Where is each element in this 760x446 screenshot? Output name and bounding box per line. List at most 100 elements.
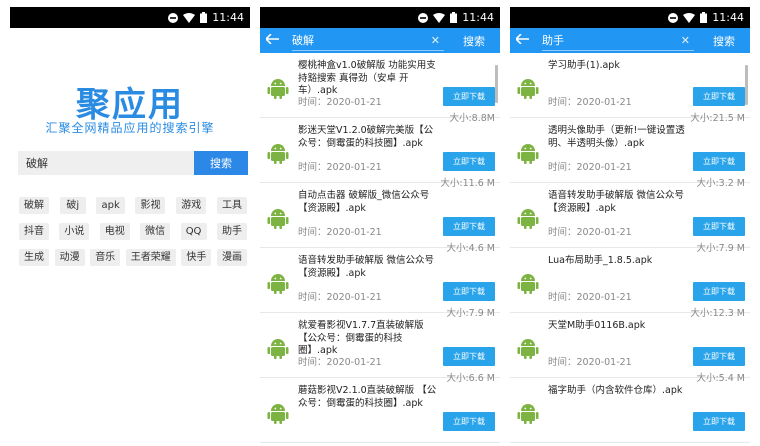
search-input[interactable]: 助手 ✕ (542, 31, 694, 51)
tag-item[interactable]: 电视 (99, 223, 130, 240)
app-title: 学习助手(1).apk (548, 60, 620, 71)
clock: 11:44 (712, 11, 744, 24)
tag-item[interactable]: 音乐 (90, 249, 121, 266)
app-date: 时间：2020-01-21 (298, 227, 382, 238)
android-icon (267, 142, 289, 164)
search-query: 助手 (542, 34, 564, 47)
app-slogan: 汇聚全网精品应用的搜索引擎 (45, 121, 215, 135)
search-input[interactable]: 破解 ✕ (292, 31, 444, 51)
download-button[interactable]: 立即下载 (693, 87, 745, 106)
app-title: 影迷天堂V1.2.0破解完美版【公众号：倒霉蛋的科技圈】.apk (298, 125, 434, 149)
do-not-disturb-icon (168, 12, 179, 23)
download-button[interactable]: 立即下载 (693, 347, 745, 366)
download-button[interactable]: 立即下载 (443, 152, 495, 171)
android-icon (517, 207, 539, 229)
android-icon (267, 402, 289, 424)
search-button[interactable]: 搜索 (194, 151, 248, 175)
app-title: 语音转发助手破解版 微信公众号【资源殿】.apk (548, 190, 685, 214)
tag-item[interactable]: 动漫 (54, 249, 85, 266)
status-bar: 11:44 (260, 7, 500, 28)
list-item[interactable]: 透明头像助手（更新!一键设置透明、半透明头像）.apk 时间：2020-01-2… (510, 118, 750, 189)
tag-row: 抖音 小说 电视 微信 QQ 助手 (19, 223, 247, 240)
search-input[interactable] (18, 151, 194, 175)
search-toolbar: 助手 ✕ 搜索 (510, 28, 750, 53)
home-screen: 11:44 聚应用 汇聚全网精品应用的搜索引擎 搜索 破解 破j apk 影视 … (10, 7, 250, 443)
tag-item[interactable]: 抖音 (19, 223, 49, 240)
app-title: 福字助手（内含软件仓库）.apk (548, 385, 683, 396)
app-title: 蘑菇影视V2.1.0直装破解版 【公众号：倒霉蛋的科技圈】.apk (298, 385, 437, 409)
download-button[interactable]: 立即下载 (693, 152, 745, 171)
app-date: 时间：2020-01-21 (548, 97, 632, 108)
hot-tags: 破解 破j apk 影视 游戏 工具 抖音 小说 电视 微信 QQ 助手 生成 … (19, 197, 247, 275)
android-icon (517, 77, 539, 99)
list-item[interactable]: 学习助手(1).apk 时间：2020-01-21 立即下载 大小:21.5 M (510, 53, 750, 124)
status-bar: 11:44 (10, 7, 250, 28)
app-date: 时间：2020-01-21 (548, 162, 632, 173)
list-item[interactable]: 蘑菇影视V2.1.0直装破解版 【公众号：倒霉蛋的科技圈】.apk 立即下载 (260, 378, 500, 443)
tag-item[interactable]: 影视 (135, 197, 166, 214)
clock: 11:44 (462, 11, 494, 24)
tag-item[interactable]: 工具 (216, 197, 247, 214)
android-icon (517, 142, 539, 164)
tag-row: 破解 破j apk 影视 游戏 工具 (19, 197, 247, 214)
tag-item[interactable]: 漫画 (216, 249, 247, 266)
download-button[interactable]: 立即下载 (443, 347, 495, 366)
download-button[interactable]: 立即下载 (693, 217, 745, 236)
app-title: 透明头像助手（更新!一键设置透明、半透明头像）.apk (548, 125, 685, 149)
search-toolbar: 破解 ✕ 搜索 (260, 28, 500, 53)
list-item[interactable]: 天堂M助手0116B.apk 时间：2020-01-21 立即下载 大小:5.4… (510, 313, 750, 384)
clear-icon[interactable]: ✕ (681, 34, 690, 47)
clock: 11:44 (212, 11, 244, 24)
list-item[interactable]: 就爱看影视V1.7.7直装破解版【公众号：倒霉蛋的科技圈】.apk 时间：202… (260, 313, 500, 384)
tag-item[interactable]: 微信 (140, 223, 171, 240)
android-icon (517, 337, 539, 359)
tag-item[interactable]: 小说 (59, 223, 90, 240)
back-arrow-icon[interactable] (514, 33, 534, 48)
tag-row: 生成 动漫 音乐 王者荣耀 快手 漫画 (19, 249, 247, 266)
app-date: 时间：2020-01-21 (548, 357, 632, 368)
tag-item[interactable]: 游戏 (176, 197, 207, 214)
download-button[interactable]: 立即下载 (443, 217, 495, 236)
android-icon (267, 337, 289, 359)
wifi-icon (183, 12, 196, 23)
download-button[interactable]: 立即下载 (443, 282, 495, 301)
list-item[interactable]: 福字助手（内含软件仓库）.apk 立即下载 (510, 378, 750, 443)
tag-item[interactable]: 助手 (216, 223, 247, 240)
clear-icon[interactable]: ✕ (431, 34, 440, 47)
results-screen-assistant: 11:44 助手 ✕ 搜索 学习助手(1).apk 时间：2020-01-21 … (510, 7, 750, 443)
download-button[interactable]: 立即下载 (693, 282, 745, 301)
tag-item[interactable]: 快手 (181, 249, 212, 266)
app-date: 时间：2020-01-21 (298, 292, 382, 303)
download-button[interactable]: 立即下载 (443, 87, 495, 106)
list-item[interactable]: 语音转发助手破解版 微信公众号【资源殿】.apk 时间：2020-01-21 立… (510, 183, 750, 254)
wifi-icon (683, 12, 696, 23)
app-date: 时间：2020-01-21 (298, 357, 382, 368)
battery-icon (200, 12, 208, 23)
search-button[interactable]: 搜索 (454, 33, 494, 49)
list-item[interactable]: Lua布局助手_1.8.5.apk 时间：2020-01-21 立即下载 大小:… (510, 248, 750, 319)
result-list: 樱桃神盒v1.0破解版 功能实用支持豁搜索 真得劲（安卓 开车）.apk 时间：… (260, 53, 500, 443)
battery-icon (450, 12, 458, 23)
back-arrow-icon[interactable] (264, 33, 284, 48)
tag-item[interactable]: 生成 (19, 249, 49, 266)
list-item[interactable]: 影迷天堂V1.2.0破解完美版【公众号：倒霉蛋的科技圈】.apk 时间：2020… (260, 118, 500, 189)
download-button[interactable]: 立即下载 (693, 412, 745, 431)
search-button[interactable]: 搜索 (704, 33, 744, 49)
tag-item[interactable]: apk (96, 197, 125, 214)
results-screen-crack: 11:44 破解 ✕ 搜索 樱桃神盒v1.0破解版 功能实用支持豁搜索 真得劲（… (260, 7, 500, 443)
do-not-disturb-icon (668, 12, 679, 23)
tag-item[interactable]: QQ (180, 223, 207, 240)
app-title: 就爱看影视V1.7.7直装破解版【公众号：倒霉蛋的科技圈】.apk (298, 320, 424, 356)
home-search-bar: 搜索 (18, 151, 248, 175)
list-item[interactable]: 樱桃神盒v1.0破解版 功能实用支持豁搜索 真得劲（安卓 开车）.apk 时间：… (260, 53, 500, 124)
app-date: 时间：2020-01-21 (298, 97, 382, 108)
list-item[interactable]: 语音转发助手破解版 微信公众号【资源殿】.apk 时间：2020-01-21 立… (260, 248, 500, 319)
download-button[interactable]: 立即下载 (443, 412, 495, 431)
tag-item[interactable]: 破解 (19, 197, 49, 214)
android-icon (267, 77, 289, 99)
app-title: 樱桃神盒v1.0破解版 功能实用支持豁搜索 真得劲（安卓 开车）.apk (298, 60, 436, 96)
tag-item[interactable]: 王者荣耀 (125, 249, 176, 266)
tag-item[interactable]: 破j (59, 197, 86, 214)
list-item[interactable]: 自动点击器 破解版_微信公众号【资源殿】.apk 时间：2020-01-21 立… (260, 183, 500, 254)
android-icon (517, 402, 539, 424)
